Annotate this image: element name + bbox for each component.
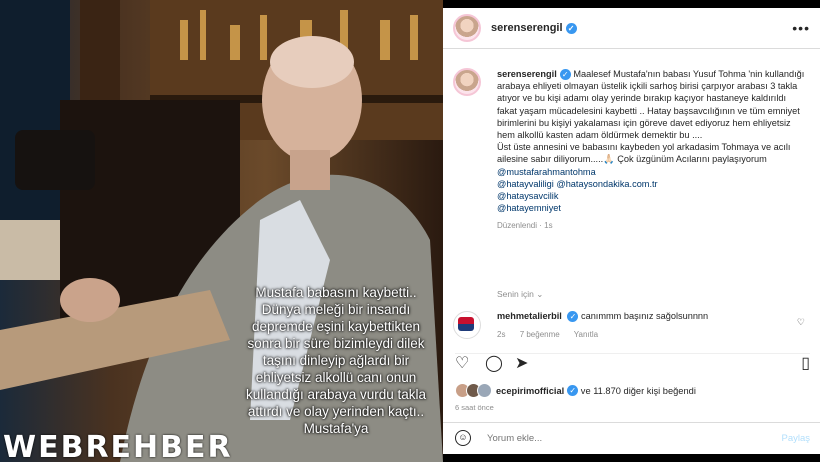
chevron-down-icon: ⌄: [536, 289, 544, 299]
username-link[interactable]: serenserengil ✓: [491, 22, 577, 34]
reply-button[interactable]: Yanıtla: [574, 330, 598, 339]
for-you-label[interactable]: Senin için ⌄: [497, 289, 543, 300]
likes-count[interactable]: ve 11.870 diğer kişi beğendi: [581, 386, 696, 396]
share-icon[interactable]: ➤: [515, 354, 528, 374]
verified-icon: ✓: [565, 22, 577, 34]
watermark-logo: WEBREHBER: [3, 430, 233, 462]
comment-avatar[interactable]: [453, 311, 481, 339]
caption-text-1: Maalesef Mustafa'nın babası Yusuf Tohma …: [497, 69, 805, 141]
edited-label: Düzenlendi · 1s: [497, 221, 553, 231]
likes-summary[interactable]: ecepirimofficial ✓ ve 11.870 diğer kişi b…: [455, 383, 696, 398]
caption-avatar[interactable]: [453, 68, 481, 96]
post-photo: Mustafa babasını kaybetti.. Dünya meleği…: [0, 0, 443, 462]
comment-time: 2s: [497, 330, 506, 340]
comment-username[interactable]: mehmetalierbil: [497, 311, 562, 321]
liker-avatar: [477, 383, 492, 398]
action-bar: ♡ ◯ ➤ ▯: [455, 353, 810, 374]
mention-link[interactable]: @hatayemniyet: [497, 202, 808, 214]
mention-link[interactable]: @hataysavcilik: [497, 190, 808, 202]
post-header: serenserengil ✓ •••: [443, 8, 820, 49]
avatar[interactable]: [453, 14, 481, 42]
bookmark-icon[interactable]: ▯: [801, 354, 810, 374]
comment-like-icon[interactable]: ♡: [797, 317, 805, 328]
post-panel: serenserengil ✓ ••• serenserengil ✓ Maales…: [443, 8, 820, 454]
mention-link[interactable]: @mustafarahmantohma: [497, 166, 808, 178]
caption-text-2: Üst üste annesini ve babasını kaybeden y…: [497, 142, 791, 165]
more-options-icon[interactable]: •••: [792, 20, 810, 36]
comment-icon[interactable]: ◯: [485, 354, 503, 374]
caption: serenserengil ✓ Maalesef Mustafa'nın baba…: [453, 68, 808, 233]
emoji-icon[interactable]: ☺: [455, 430, 471, 446]
add-comment-bar: ☺ Paylaş: [443, 422, 820, 455]
comment: mehmetalierbil ✓ canımmm başınız sağolsu…: [453, 311, 813, 339]
comment-input[interactable]: [485, 432, 769, 445]
liker-username[interactable]: ecepirimofficial: [496, 386, 564, 396]
comment-text: canımmm başınız sağolsunnnn: [580, 311, 709, 321]
comment-likes[interactable]: 7 beğenme: [520, 330, 560, 339]
heart-icon[interactable]: ♡: [455, 354, 469, 374]
caption-username[interactable]: serenserengil: [497, 69, 557, 79]
verified-icon: ✓: [567, 385, 579, 396]
story-overlay-text: Mustafa babasını kaybetti.. Dünya meleği…: [245, 285, 427, 436]
post-comment-button[interactable]: Paylaş: [781, 433, 810, 444]
post-time: 6 saat önce: [455, 403, 494, 412]
verified-icon: ✓: [559, 69, 571, 81]
verified-icon: ✓: [567, 311, 579, 323]
mention-link[interactable]: @hatayvaliligi @hataysondakika.com.tr: [497, 178, 808, 190]
